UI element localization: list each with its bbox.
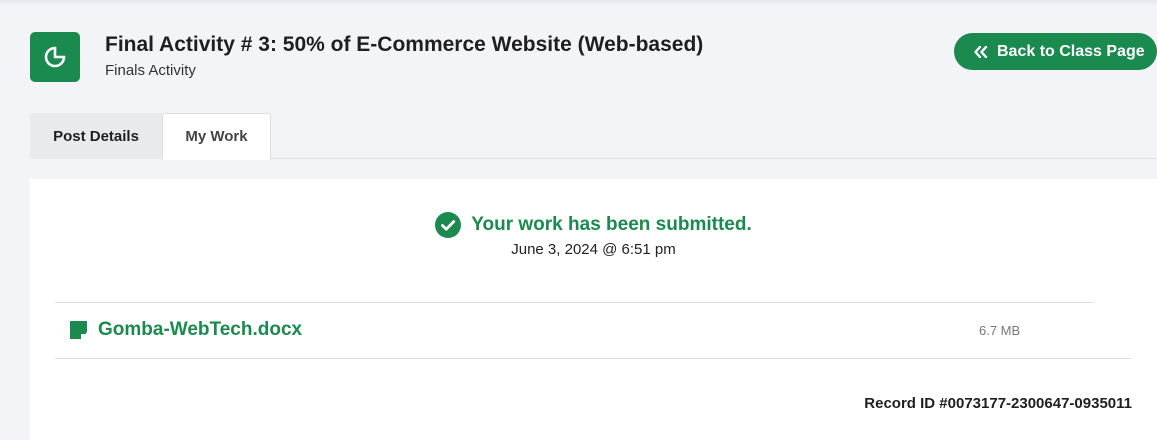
top-shadow — [0, 0, 1157, 6]
submission-status: Your work has been submitted. — [30, 212, 1157, 238]
my-work-panel: Your work has been submitted. June 3, 20… — [30, 179, 1157, 440]
submission-date: June 3, 2024 @ 6:51 pm — [511, 241, 676, 258]
file-list-item: Gomba-WebTech.docx 6.7 MB — [55, 303, 1132, 359]
tab-post-details[interactable]: Post Details — [30, 113, 162, 159]
page-title: Final Activity # 3: 50% of E-Commerce We… — [105, 33, 704, 56]
back-to-class-page-button[interactable]: Back to Class Page — [954, 33, 1157, 70]
back-button-label: Back to Class Page — [997, 42, 1145, 60]
file-link[interactable]: Gomba-WebTech.docx — [98, 319, 302, 341]
document-icon — [70, 321, 87, 339]
double-chevron-left-icon — [974, 45, 988, 58]
tab-bar: Post Details My Work — [30, 113, 1157, 160]
check-circle-icon — [435, 212, 462, 238]
pie-chart-icon — [30, 32, 80, 82]
submission-status-text: Your work has been submitted. — [471, 214, 752, 235]
page-subtitle: Finals Activity — [105, 62, 196, 79]
record-id: Record ID #0073177-2300647-0935011 — [864, 395, 1132, 412]
tab-my-work[interactable]: My Work — [162, 113, 271, 160]
file-size: 6.7 MB — [979, 323, 1021, 338]
